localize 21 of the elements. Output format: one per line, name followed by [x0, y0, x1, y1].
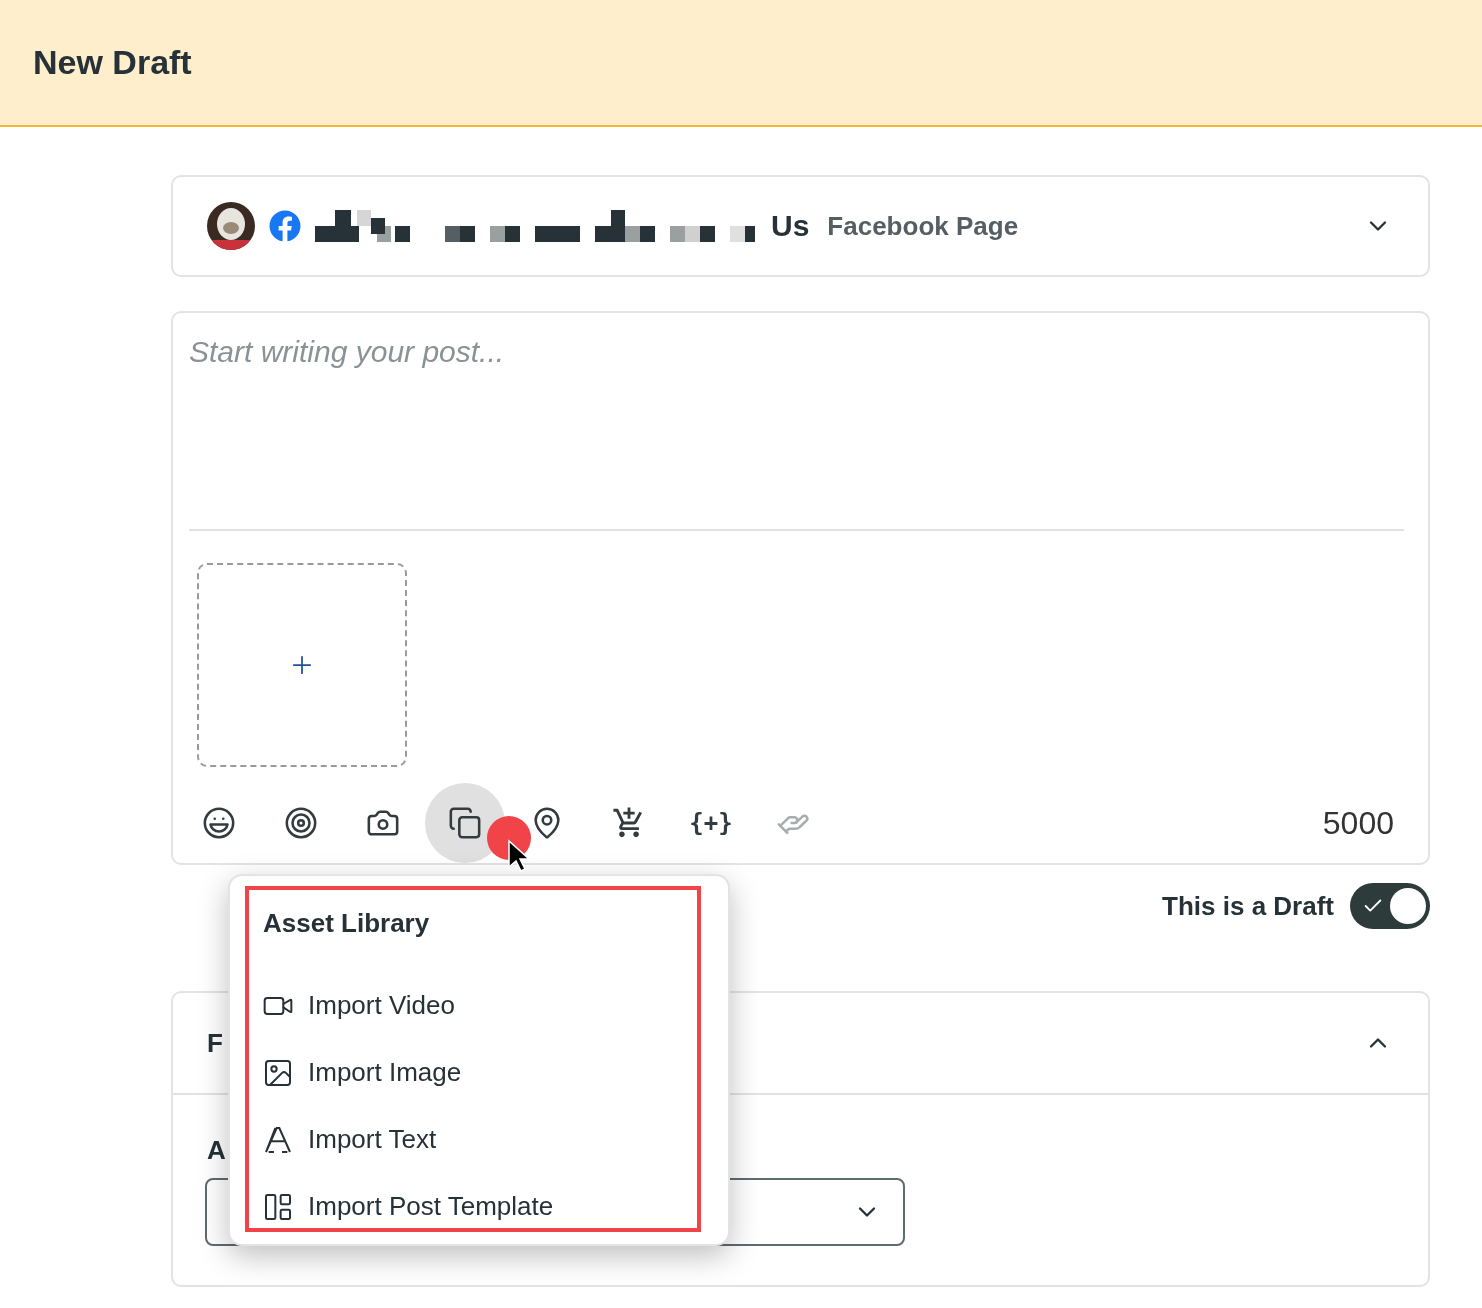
add-media-button[interactable]: [197, 563, 407, 767]
section-title: F: [207, 1027, 223, 1059]
copy-icon: [448, 806, 482, 840]
draft-label: This is a Draft: [1162, 890, 1334, 922]
menu-item[interactable]: Import Post Template: [262, 1173, 554, 1240]
page-title: New Draft: [33, 43, 192, 82]
menu-title: Asset Library: [263, 908, 430, 939]
target-icon: [284, 806, 318, 840]
facebook-logo-icon: [269, 210, 301, 242]
menu-item[interactable]: Import Image: [262, 1039, 554, 1106]
account-selector[interactable]: Us Facebook Page: [171, 175, 1430, 277]
field-label: A: [207, 1135, 226, 1166]
emoji-icon: [202, 806, 236, 840]
character-counter: 5000: [1322, 804, 1394, 842]
variable-button[interactable]: {+}: [671, 783, 751, 863]
post-editor[interactable]: Start writing your post... {+} 5000: [171, 311, 1430, 865]
menu-item[interactable]: Import Video: [262, 972, 554, 1039]
account-name: Us: [771, 209, 810, 243]
account-type: Facebook Page: [827, 210, 1020, 242]
draft-toggle[interactable]: [1350, 883, 1430, 929]
menu-item[interactable]: Import Text: [262, 1106, 554, 1173]
